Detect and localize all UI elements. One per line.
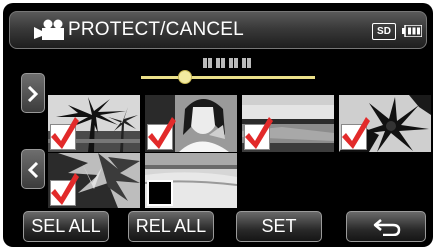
red-check-icon	[342, 117, 370, 149]
thumbnail[interactable]	[339, 95, 431, 152]
page-slider-knob[interactable]	[178, 70, 192, 84]
chevron-right-icon	[27, 86, 39, 102]
selection-checkbox[interactable]	[147, 180, 173, 206]
battery-icon	[402, 25, 422, 37]
video-camera-icon	[34, 19, 64, 40]
thumbnail[interactable]	[48, 95, 140, 152]
release-all-button[interactable]: REL ALL	[128, 211, 214, 242]
red-check-icon	[148, 117, 176, 149]
red-check-icon	[245, 117, 273, 149]
previous-page-button[interactable]	[21, 149, 45, 189]
thumbnail[interactable]	[145, 95, 237, 152]
thumbnail[interactable]	[242, 95, 334, 152]
selection-checkbox[interactable]	[341, 117, 370, 150]
selection-checkbox[interactable]	[244, 117, 273, 150]
thumbnail[interactable]	[48, 153, 140, 208]
sd-card-badge: SD	[372, 23, 396, 40]
select-all-button[interactable]: SEL ALL	[23, 211, 109, 242]
back-button[interactable]	[346, 211, 426, 242]
title-bar: PROTECT/CANCEL SD	[9, 11, 427, 49]
selection-checkbox[interactable]	[147, 117, 176, 150]
chevron-left-icon	[27, 162, 39, 178]
red-check-icon	[51, 173, 79, 205]
return-arrow-icon	[373, 219, 401, 236]
selection-checkbox[interactable]	[50, 117, 79, 150]
next-page-button[interactable]	[21, 73, 45, 113]
red-check-icon	[51, 117, 79, 149]
page-slider-track[interactable]	[141, 76, 315, 79]
page-title: PROTECT/CANCEL	[68, 19, 244, 40]
selection-checkbox[interactable]	[50, 173, 79, 206]
thumbnail[interactable]	[145, 153, 237, 208]
page-indicator-icon	[203, 58, 251, 68]
set-button[interactable]: SET	[236, 211, 322, 242]
camera-screen: PROTECT/CANCEL SD SEL ALL REL ALL SET	[3, 3, 433, 247]
